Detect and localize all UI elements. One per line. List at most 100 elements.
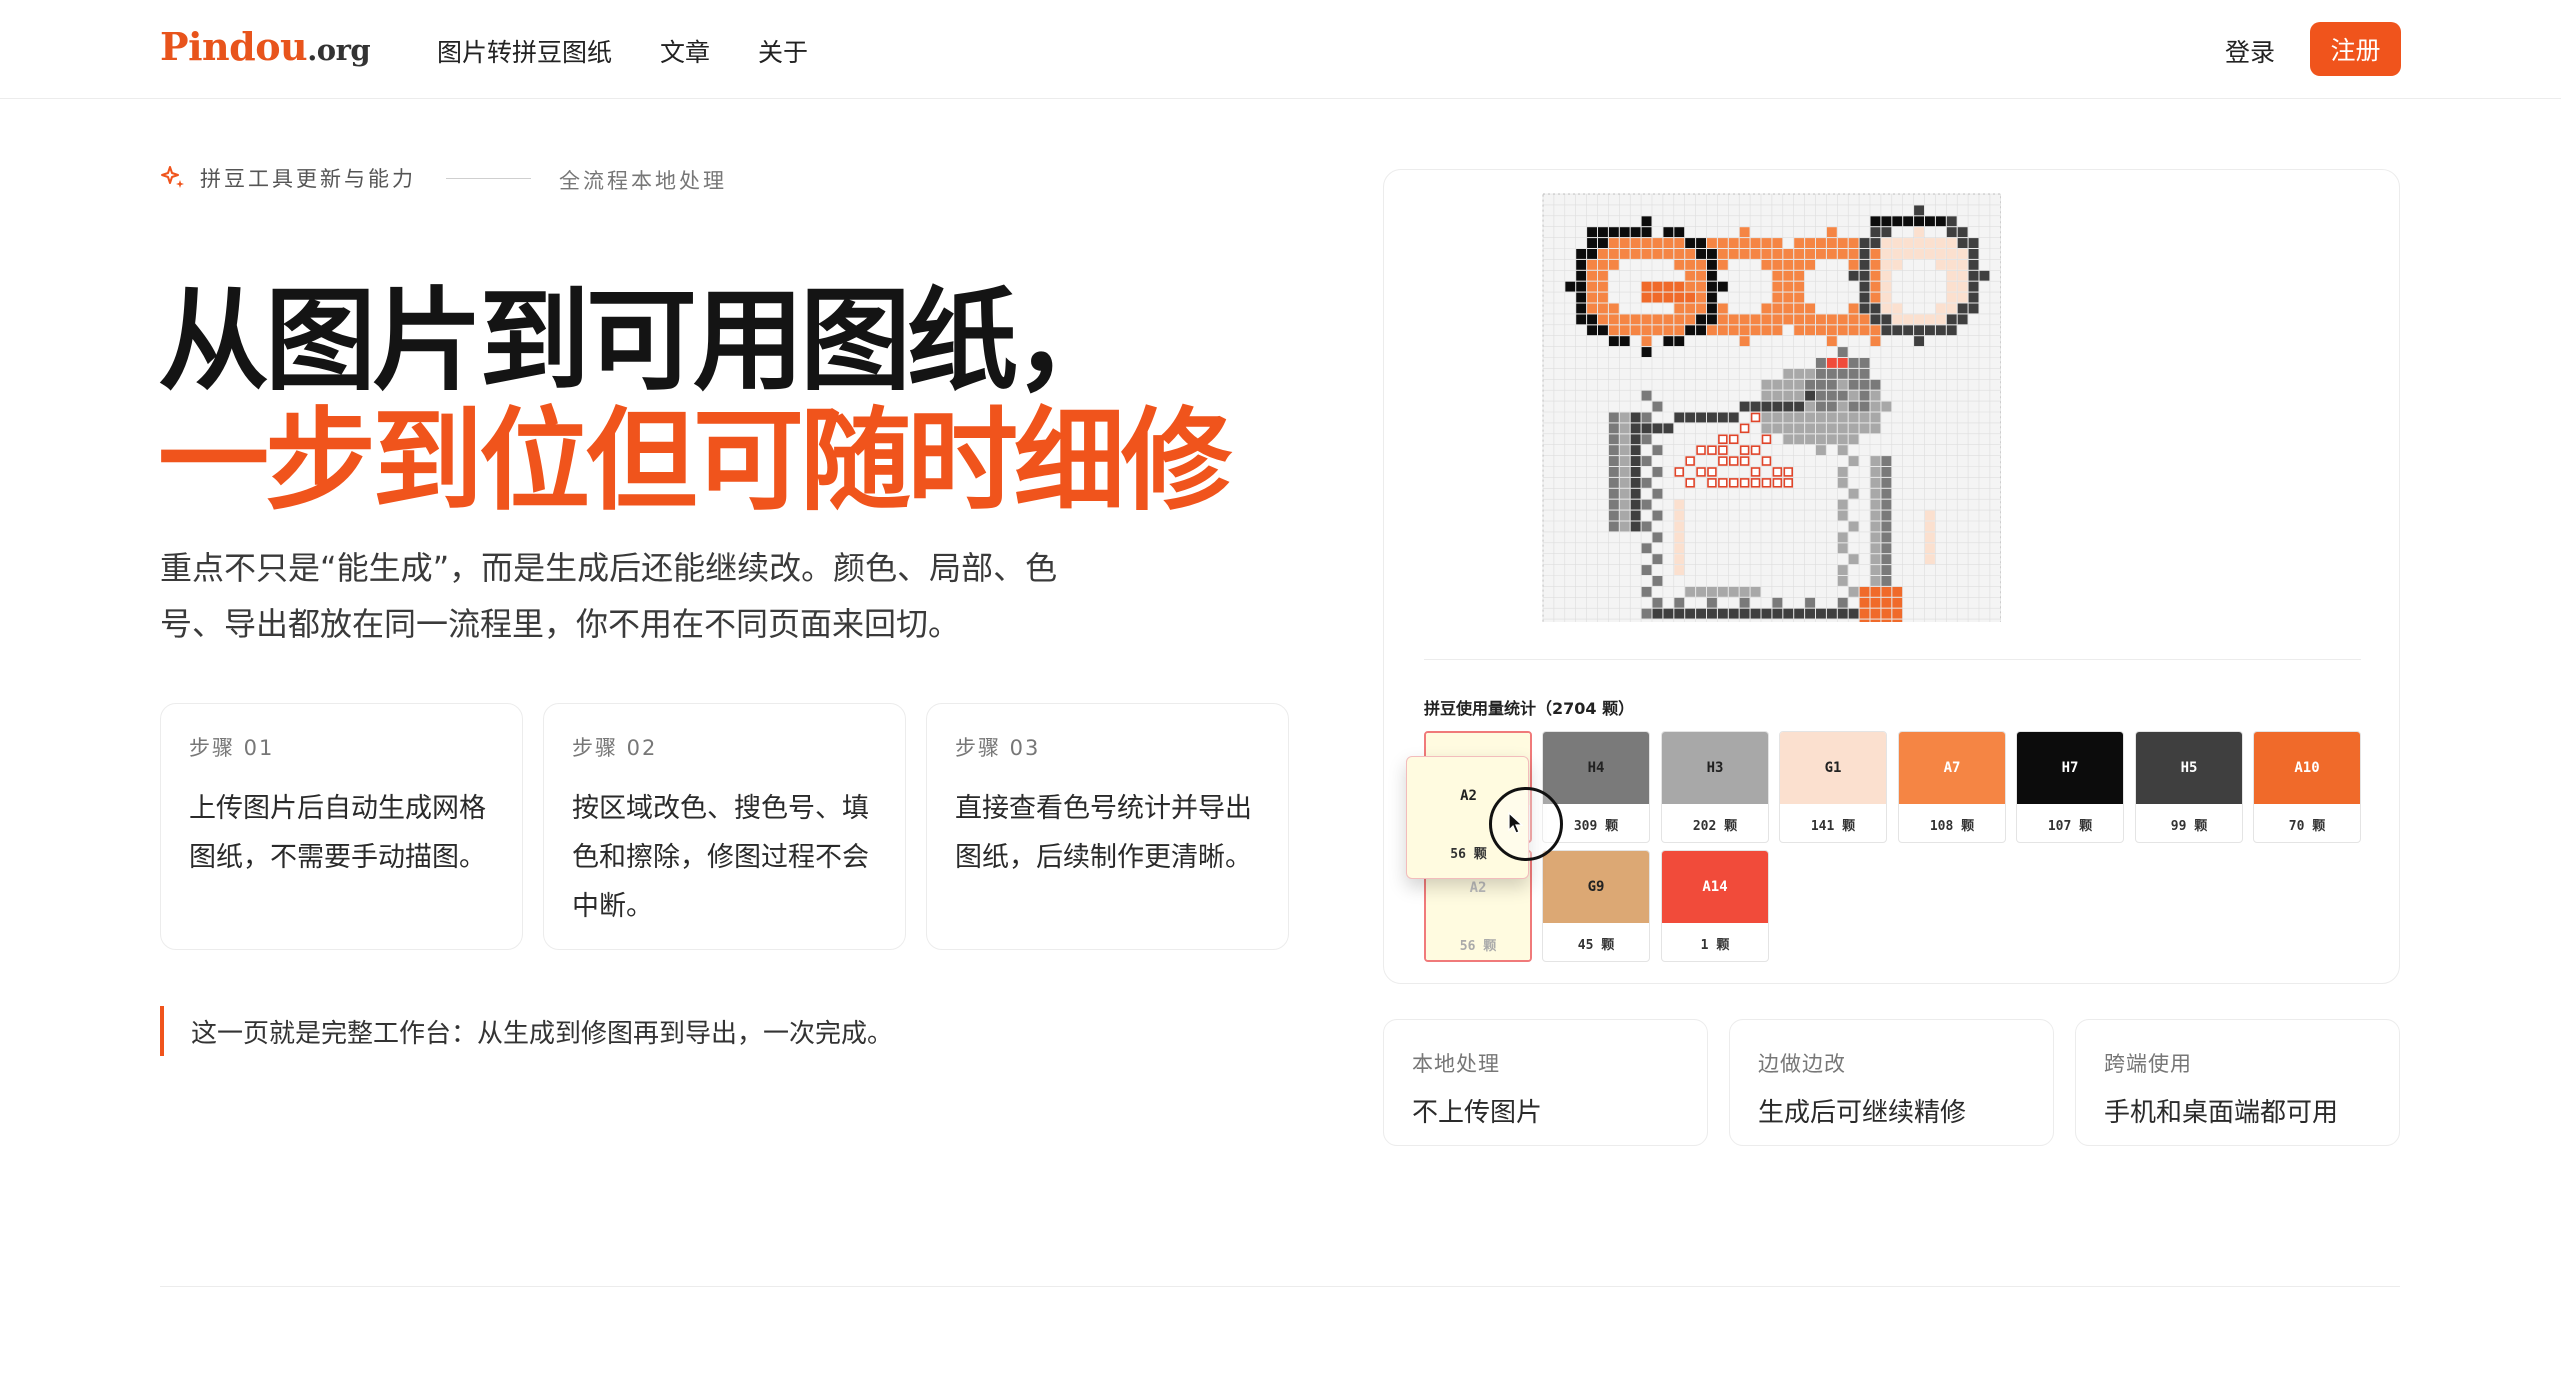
signup-button[interactable]: 注册 [2310,22,2401,76]
bead-cell [1794,314,1805,325]
bead-cell [1696,586,1706,597]
bead-cell [1707,281,1717,292]
bead-cell [1826,227,1837,238]
bead-cell [1652,423,1663,434]
bead-cell [1598,270,1608,281]
bead-cell [1826,423,1837,434]
bead-cell [1903,249,1914,259]
bead-cell [1630,423,1641,434]
color-swatch[interactable]: A14 1 颗 [1661,850,1769,962]
bead-cell [1630,477,1641,488]
bead-cell [1805,368,1815,379]
nav-articles[interactable]: 文章 [660,33,710,69]
bead-cell-selected [1772,478,1783,488]
bead-grid[interactable] [1541,192,2001,622]
bead-cell [1925,216,1935,227]
bead-cell [1783,434,1794,445]
bead-cell [1816,608,1826,619]
site-logo[interactable]: Pindou.org [160,24,371,69]
bead-cell [1598,227,1608,238]
bead-cell [1717,303,1728,314]
color-swatch[interactable]: H3 202 颗 [1661,731,1769,843]
bead-cell [1848,434,1859,445]
bead-cell-selected [1739,445,1750,455]
bead-cell [1630,488,1641,499]
bead-cell [1903,238,1914,248]
bead-cell [1772,608,1783,619]
bead-cell [1619,412,1630,423]
bead-cell [1641,543,1652,554]
feature-label: 本地处理 [1412,1052,1500,1076]
bead-cell [1717,325,1728,336]
bead-cell [1794,379,1805,390]
bead-cell [1914,314,1924,325]
bead-cell [1685,270,1696,281]
bead-cell [1576,270,1587,281]
bead-cell [1772,314,1783,325]
bead-cell [1750,401,1761,412]
step-text: 直接查看色号统计并导出图纸，后续制作更清晰。 [955,793,1252,873]
bead-cell [1848,390,1859,401]
bead-cell [1848,259,1859,270]
bead-cell [1652,510,1663,521]
bead-cell [1957,270,1968,281]
bead-cell [1816,445,1826,456]
bead-pattern-preview[interactable] [1541,192,2001,622]
main-nav: 图片转拼豆图纸 文章 关于 [437,33,808,69]
color-swatch[interactable]: A10 70 颗 [2253,731,2361,843]
bead-cell [1619,467,1630,477]
bead-cell [1805,325,1815,336]
dragged-color-chip[interactable]: A2 56 颗 [1406,756,1563,879]
color-swatch[interactable]: H5 99 颗 [2135,731,2243,843]
bead-cell [1608,477,1619,488]
bead-cell [1619,445,1630,456]
bead-cell-selected [1761,456,1772,466]
bead-cell [1826,379,1837,390]
bead-cell [1914,336,1924,347]
bead-cell-selected [1739,423,1750,434]
bead-cell [1881,554,1892,565]
color-swatch[interactable]: A7 108 颗 [1898,731,2006,843]
nav-about[interactable]: 关于 [758,33,808,69]
feature-text: 手机和桌面端都可用 [2104,1098,2339,1128]
bead-cell [1641,325,1652,336]
bead-cell [1696,412,1706,423]
bead-cell [1685,281,1696,292]
bead-cell [1925,543,1935,554]
bead-cell [1881,565,1892,575]
swatch-code: H5 [2136,732,2242,804]
bead-cell [1739,597,1750,608]
bead-cell [1641,412,1652,423]
bead-cell [1674,227,1685,238]
bead-cell [1881,532,1892,543]
bead-cell [1630,434,1641,445]
color-swatch[interactable]: H7 107 颗 [2016,731,2124,843]
login-link[interactable]: 登录 [2225,33,2275,69]
bead-cell [1674,499,1685,510]
bead-cell [1783,303,1794,314]
bead-cell [1641,477,1652,488]
bead-cell [1761,401,1772,412]
bead-cell [1630,325,1641,336]
bead-cell [1674,292,1685,303]
color-swatch[interactable]: G1 141 颗 [1779,731,1887,843]
bead-cell-selected [1761,434,1772,445]
bead-cell [1685,292,1696,303]
swatch-code: A7 [1899,732,2005,804]
bead-cell [1783,249,1794,259]
color-swatch[interactable]: G9 45 颗 [1542,850,1650,962]
bead-cell-selected [1707,478,1717,488]
bead-cell [1870,379,1881,390]
bead-cell [1707,292,1717,303]
bead-cell [1685,325,1696,336]
bead-cell [1685,586,1696,597]
bead-cell [1652,292,1663,303]
nav-image-to-pattern[interactable]: 图片转拼豆图纸 [437,33,612,69]
bead-cell [1608,521,1619,532]
feature-label: 跨端使用 [2104,1052,2192,1076]
bead-cell [1641,281,1652,292]
bead-cell [1717,608,1728,619]
bead-cell [1826,434,1837,445]
bead-cell [1848,379,1859,390]
bead-cell [1892,216,1903,227]
